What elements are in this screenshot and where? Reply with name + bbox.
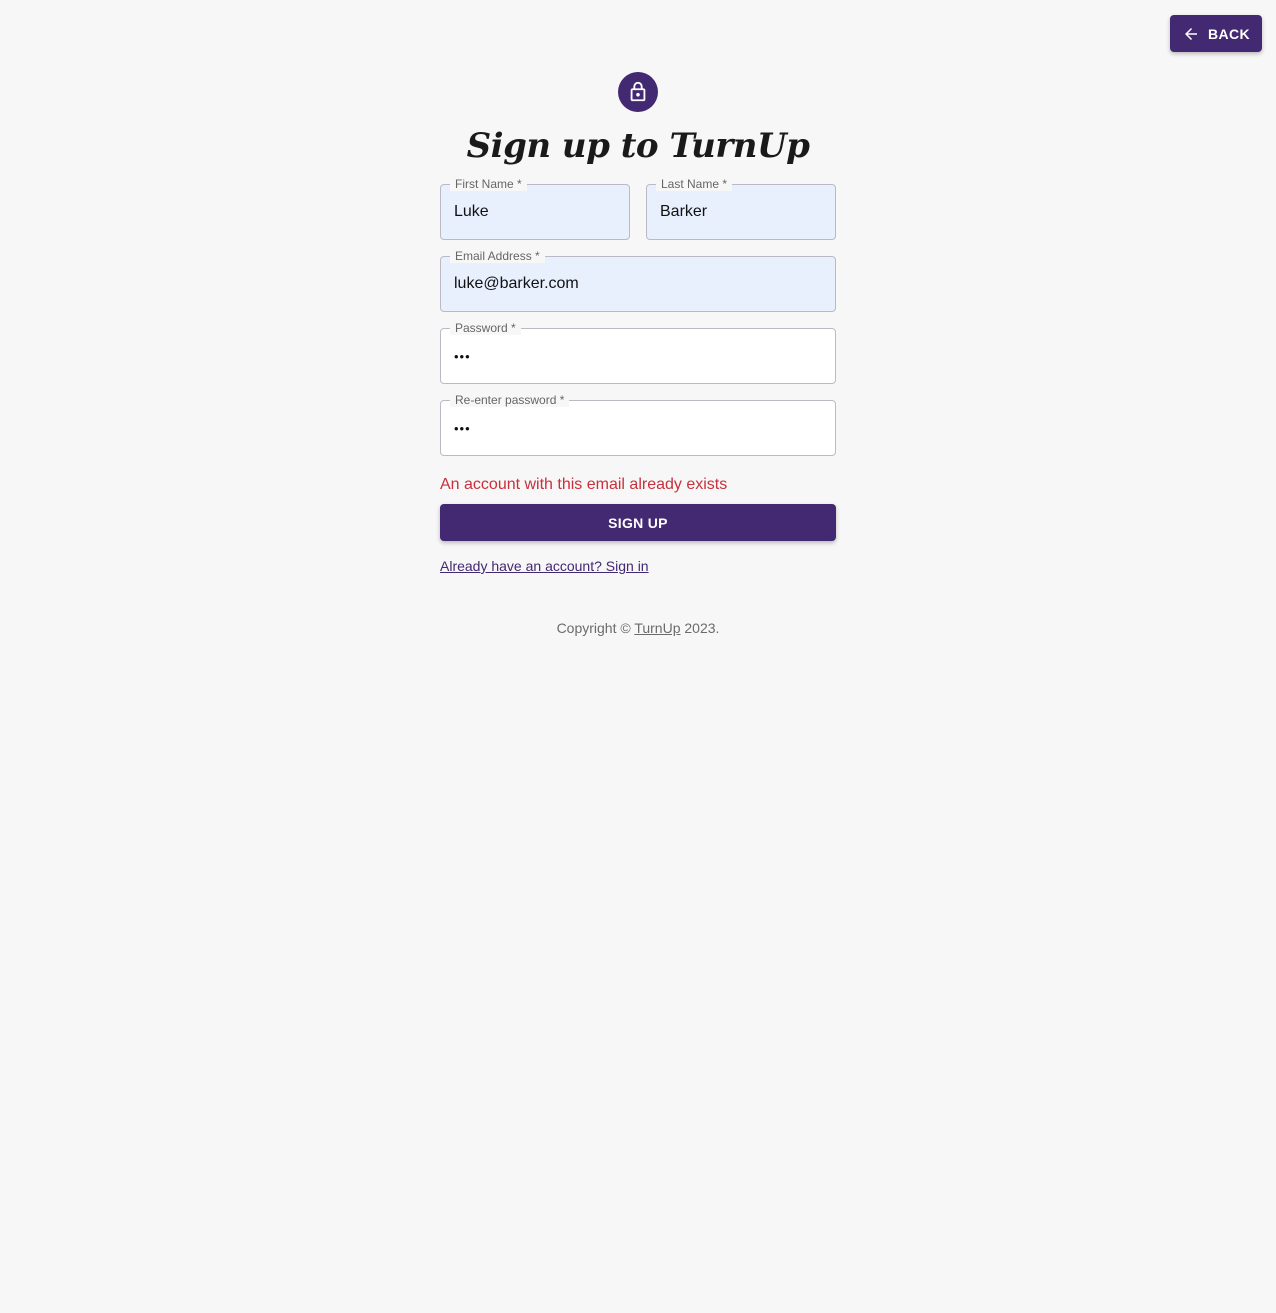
password-input[interactable] xyxy=(441,329,835,383)
sign-up-button[interactable]: SIGN UP xyxy=(440,504,836,541)
last-name-input[interactable] xyxy=(647,185,835,239)
email-input[interactable] xyxy=(441,257,835,311)
reenter-password-field: Re-enter password * xyxy=(440,393,836,456)
name-row: First Name * Last Name * xyxy=(440,177,836,240)
lock-icon xyxy=(627,81,649,103)
page-title: Sign up to TurnUp xyxy=(466,126,810,166)
signup-form-container: Sign up to TurnUp First Name * Last Name… xyxy=(440,72,836,636)
error-message: An account with this email already exist… xyxy=(440,476,728,493)
copyright-prefix: Copyright © xyxy=(556,620,635,636)
arrow-left-icon xyxy=(1182,25,1200,43)
password-field: Password * xyxy=(440,321,836,384)
first-name-field: First Name * xyxy=(440,177,630,240)
avatar xyxy=(618,72,658,112)
back-button[interactable]: BACK xyxy=(1170,15,1262,52)
last-name-field: Last Name * xyxy=(646,177,836,240)
first-name-input[interactable] xyxy=(441,185,629,239)
sign-in-link[interactable]: Already have an account? Sign in xyxy=(440,558,649,574)
reenter-password-input[interactable] xyxy=(441,401,835,455)
turnup-link[interactable]: TurnUp xyxy=(634,620,680,636)
email-field: Email Address * xyxy=(440,249,836,312)
copyright-footer: Copyright © TurnUp 2023. xyxy=(440,620,836,636)
copyright-suffix: 2023. xyxy=(680,620,720,636)
back-button-label: BACK xyxy=(1207,25,1251,42)
